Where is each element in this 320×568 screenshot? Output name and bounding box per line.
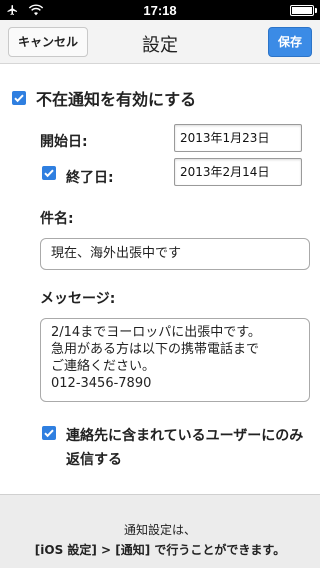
subject-label: 件名:	[40, 211, 74, 227]
footer-note: 通知設定は、 [iOS 設定] > [通知] で行うことができます。	[0, 494, 320, 568]
status-bar: 17:18	[0, 0, 320, 20]
checkmark-icon	[44, 429, 54, 438]
checkmark-icon	[14, 94, 24, 103]
save-button[interactable]: 保存	[268, 27, 312, 57]
end-date-checkbox[interactable]	[42, 166, 56, 180]
reply-contacts-label[interactable]: 連絡先に含まれているユーザーにのみ返信する	[66, 424, 316, 472]
battery-icon	[290, 5, 317, 16]
start-date-label: 開始日:	[40, 134, 88, 150]
battery-level	[292, 7, 312, 14]
footer-line-1: 通知設定は、	[123, 523, 196, 537]
enable-vacation-label[interactable]: 不在通知を有効にする	[36, 86, 196, 110]
footer-line-2: [iOS 設定] > [通知] で行うことができます。	[34, 543, 286, 557]
reply-contacts-checkbox[interactable]	[42, 426, 56, 440]
start-date-field[interactable]: 2013年1月23日	[174, 124, 302, 152]
end-date-label: 終了日:	[66, 170, 114, 186]
message-label: メッセージ:	[40, 291, 116, 307]
enable-vacation-checkbox[interactable]	[12, 91, 26, 105]
subject-input[interactable]: 現在、海外出張中です	[40, 238, 310, 270]
end-date-field[interactable]: 2013年2月14日	[174, 158, 302, 186]
navigation-bar: キャンセル 設定 保存	[0, 20, 320, 64]
status-time: 17:18	[143, 3, 177, 18]
checkmark-icon	[44, 169, 54, 178]
message-textarea[interactable]: 2/14までヨーロッパに出張中です。 急用がある方は以下の携帯電話まで ご連絡く…	[40, 318, 310, 402]
